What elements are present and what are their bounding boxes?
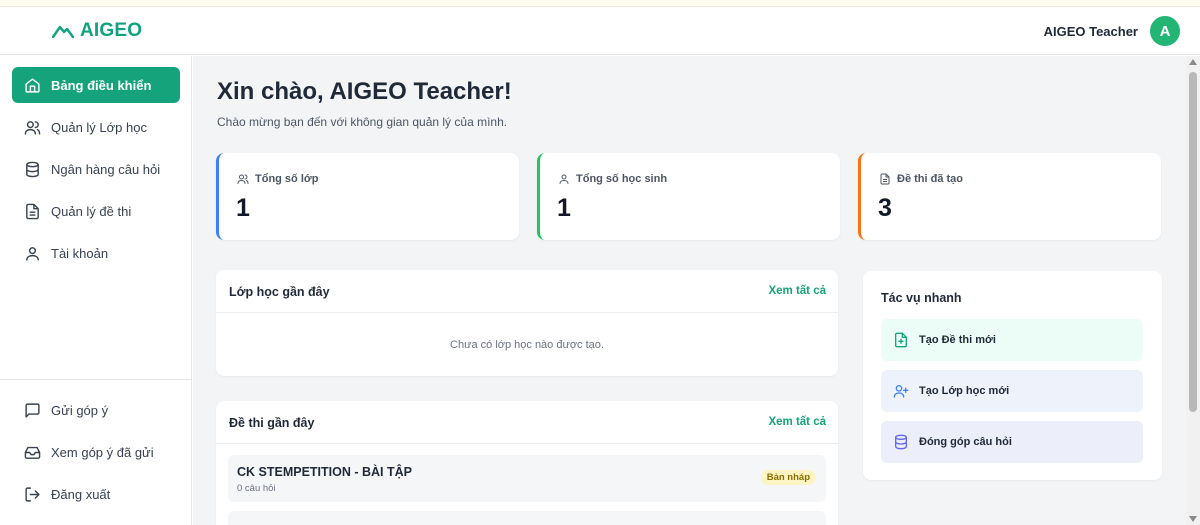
sidebar-item-label: Tài khoản — [51, 245, 109, 261]
recent-classes-card: Lớp học gần đây Xem tất cả Chưa có lớp h… — [216, 270, 838, 376]
file-plus-icon — [895, 332, 907, 348]
user-menu[interactable]: AIGEO Teacher A — [1044, 16, 1180, 46]
log-out-icon — [25, 486, 40, 502]
stat-card-classes: Tổng số lớp 1 — [216, 153, 519, 240]
scroll-thumb[interactable] — [1189, 72, 1197, 412]
avatar[interactable]: A — [1150, 16, 1180, 46]
user-name: AIGEO Teacher — [1043, 23, 1138, 39]
exam-list-item[interactable]: CK STEMPETITION - BÀI TẬP 0 câu hỏi Bản … — [228, 455, 826, 502]
card-title: Đề thi gần đây — [229, 416, 315, 430]
top-banner-strip — [0, 0, 1200, 7]
status-badge: Bản nháp — [760, 470, 816, 485]
stat-card-exams: Đề thi đã tạo 3 — [858, 153, 1161, 240]
stat-card-students: Tổng số học sinh 1 — [537, 153, 840, 240]
user-icon — [559, 174, 569, 184]
file-text-icon — [880, 173, 890, 185]
button-label: Đóng góp câu hỏi — [919, 436, 1012, 448]
stat-label: Tổng số học sinh — [558, 173, 667, 185]
app-logo[interactable]: AIGEO — [52, 20, 142, 42]
scroll-down-arrow-icon[interactable] — [1189, 516, 1197, 522]
create-class-button[interactable]: Tạo Lớp học mới — [881, 370, 1143, 412]
page-scrollbar[interactable] — [1186, 56, 1200, 525]
stat-label-text: Tổng số lớp — [255, 173, 319, 185]
stat-label: Đề thi đã tạo — [879, 173, 963, 185]
sidebar: Bảng điều khiển Quản lý Lớp học Ngân hàn… — [0, 56, 192, 525]
recent-exams-card: Đề thi gần đây Xem tất cả CK STEMPETITIO… — [216, 401, 838, 525]
sidebar-item-dashboard[interactable]: Bảng điều khiển — [12, 67, 180, 103]
sidebar-item-label: Ngân hàng câu hỏi — [51, 161, 161, 177]
stat-value: 3 — [878, 194, 892, 222]
logo-text: AIGEO — [80, 20, 143, 41]
logo-mountain-icon — [52, 25, 74, 38]
scroll-up-arrow-icon[interactable] — [1189, 59, 1197, 65]
stat-value: 1 — [557, 194, 571, 222]
database-icon — [895, 434, 907, 450]
stat-label-text: Đề thi đã tạo — [897, 173, 964, 185]
view-all-exams-link[interactable]: Xem tất cả — [768, 416, 826, 428]
empty-state-text: Chưa có lớp học nào được tạo. — [450, 339, 604, 351]
sidebar-item-account[interactable]: Tài khoản — [12, 235, 180, 271]
exam-question-count: 0 câu hỏi — [237, 483, 276, 494]
button-label: Tạo Đề thi mới — [919, 334, 996, 346]
app-header: AIGEO AIGEO Teacher A — [0, 7, 1200, 55]
sidebar-item-send-feedback[interactable]: Gửi góp ý — [12, 392, 180, 428]
sidebar-item-label: Quản lý đề thi — [51, 203, 132, 219]
card-header: Đề thi gần đây Xem tất cả — [216, 401, 838, 444]
stat-label: Tổng số lớp — [237, 173, 318, 185]
sidebar-item-logout[interactable]: Đăng xuất — [12, 476, 180, 512]
view-all-classes-link[interactable]: Xem tất cả — [768, 285, 826, 297]
home-icon — [25, 77, 40, 93]
main-content: Xin chào, AIGEO Teacher! Chào mừng bạn đ… — [193, 56, 1186, 525]
sidebar-item-classes[interactable]: Quản lý Lớp học — [12, 109, 180, 145]
button-label: Tạo Lớp học mới — [919, 385, 1010, 397]
sidebar-item-exams[interactable]: Quản lý đề thi — [12, 193, 180, 229]
sidebar-item-label: Gửi góp ý — [51, 402, 109, 418]
card-title: Lớp học gần đây — [229, 285, 330, 299]
message-square-icon — [25, 402, 40, 418]
sidebar-item-label: Xem góp ý đã gửi — [51, 444, 154, 460]
users-icon — [24, 120, 41, 135]
database-icon — [26, 161, 39, 177]
inbox-icon — [24, 446, 41, 459]
sidebar-item-label: Đăng xuất — [51, 486, 111, 502]
exam-list-item[interactable] — [228, 511, 826, 525]
sidebar-item-label: Quản lý Lớp học — [51, 119, 147, 135]
stat-label-text: Tổng số học sinh — [576, 173, 668, 185]
stat-value: 1 — [236, 194, 250, 222]
user-plus-icon — [893, 385, 909, 398]
file-text-icon — [26, 203, 39, 219]
sidebar-item-label: Bảng điều khiển — [51, 77, 152, 93]
sidebar-divider — [0, 379, 191, 380]
exam-title: CK STEMPETITION - BÀI TẬP — [237, 465, 412, 479]
sidebar-item-question-bank[interactable]: Ngân hàng câu hỏi — [12, 151, 180, 187]
create-exam-button[interactable]: Tạo Đề thi mới — [881, 319, 1143, 361]
quick-actions-card: Tác vụ nhanh Tạo Đề thi mới Tạo Lớp học … — [863, 271, 1162, 480]
user-icon — [26, 246, 39, 261]
sidebar-item-view-feedback[interactable]: Xem góp ý đã gửi — [12, 434, 180, 470]
card-title: Tác vụ nhanh — [881, 291, 962, 305]
page-title: Xin chào, AIGEO Teacher! — [217, 78, 512, 105]
card-header: Lớp học gần đây Xem tất cả — [216, 270, 838, 313]
page-subtitle: Chào mừng bạn đến với không gian quản lý… — [217, 115, 508, 129]
users-icon — [237, 174, 249, 184]
contribute-question-button[interactable]: Đóng góp câu hỏi — [881, 421, 1143, 463]
